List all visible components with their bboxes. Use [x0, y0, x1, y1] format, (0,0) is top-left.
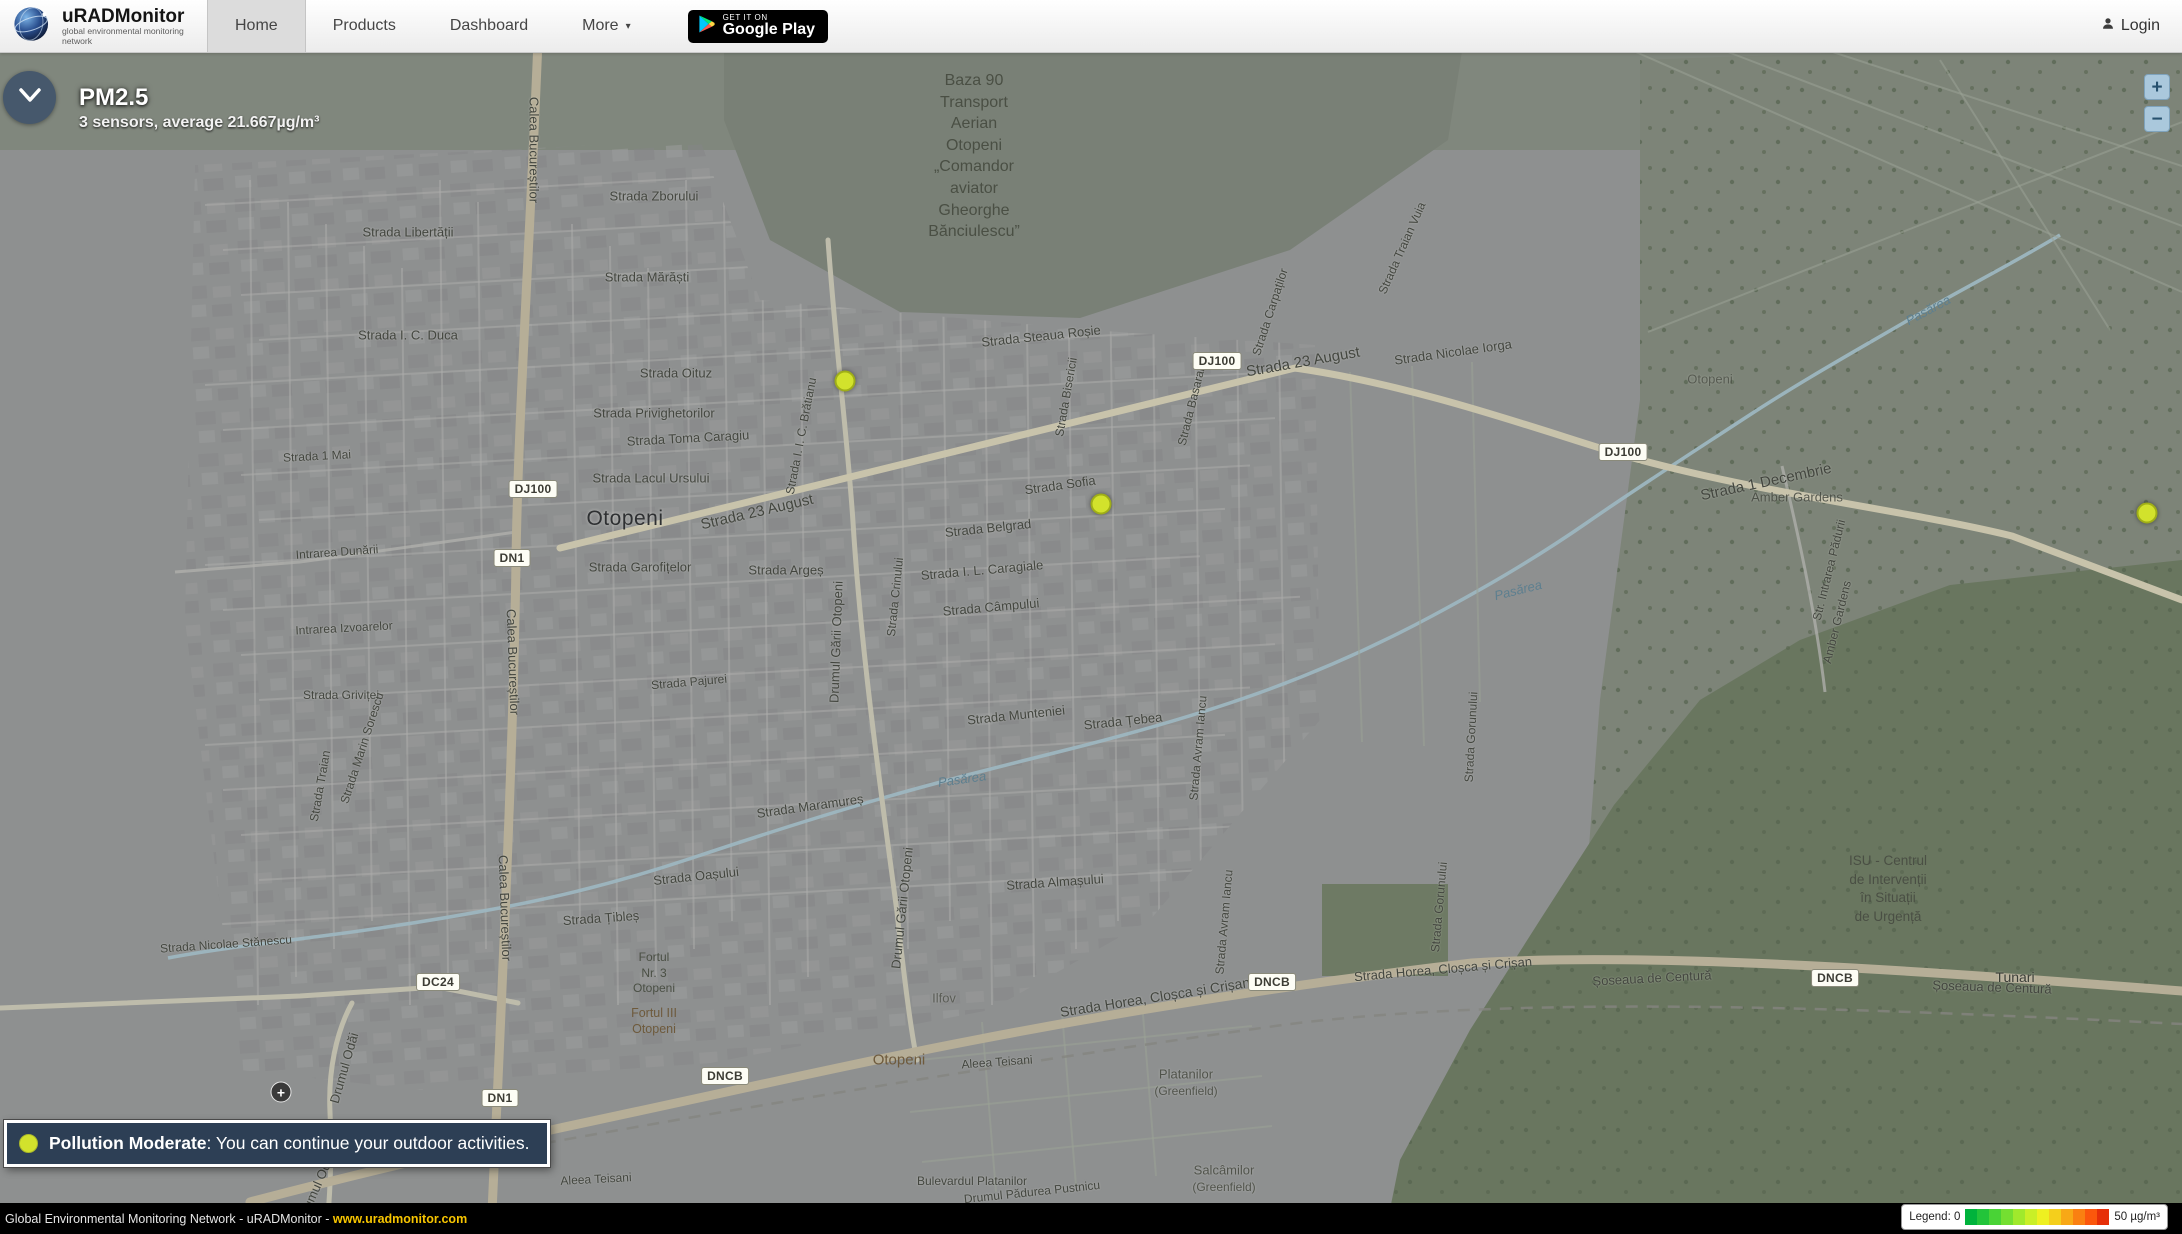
- google-play-badge[interactable]: GET IT ON Google Play: [688, 10, 828, 43]
- legend-swatch: [2097, 1209, 2109, 1225]
- brand-tagline: global environmental monitoring network: [62, 26, 195, 46]
- legend-label: Legend: 0: [1909, 1211, 1960, 1223]
- zoom-out-button[interactable]: −: [2144, 106, 2170, 132]
- pollution-status-advice: : You can continue your outdoor activiti…: [207, 1133, 530, 1153]
- footer-text: Global Environmental Monitoring Network …: [0, 1212, 467, 1226]
- map-terrain: [0, 0, 2182, 1234]
- map-canvas[interactable]: [0, 0, 2182, 1234]
- cluster-plus-marker[interactable]: +: [271, 1082, 292, 1103]
- pollution-status-level: Pollution Moderate: [49, 1133, 207, 1153]
- legend-box: Legend: 0 50 µg/m³: [1901, 1204, 2168, 1230]
- sensor-marker[interactable]: [835, 371, 856, 392]
- main-nav: Home Products Dashboard More ▾ GET IT ON…: [207, 0, 828, 52]
- navbar: uRADMonitor global environmental monitor…: [0, 0, 2182, 53]
- sensor-marker[interactable]: [2137, 503, 2158, 524]
- legend-swatch: [2073, 1209, 2085, 1225]
- legend-swatch: [2049, 1209, 2061, 1225]
- footer-prefix: Global Environmental Monitoring Network …: [5, 1212, 333, 1226]
- globe-icon: [10, 2, 56, 51]
- brand-logo[interactable]: uRADMonitor global environmental monitor…: [0, 2, 207, 51]
- footer-link[interactable]: www.uradmonitor.com: [333, 1212, 467, 1226]
- panel-collapse-button[interactable]: [3, 71, 56, 124]
- legend-max-label: 50 µg/m³: [2114, 1211, 2160, 1223]
- chevron-down-icon: ▾: [626, 21, 631, 32]
- nav-item-more[interactable]: More ▾: [555, 0, 657, 52]
- nav-item-home[interactable]: Home: [207, 0, 306, 52]
- nav-item-dashboard[interactable]: Dashboard: [423, 0, 555, 52]
- google-play-icon: [698, 14, 715, 39]
- zoom-in-button[interactable]: +: [2144, 74, 2170, 100]
- legend-swatch: [1989, 1209, 2001, 1225]
- legend-swatch: [2013, 1209, 2025, 1225]
- legend-swatch: [2085, 1209, 2097, 1225]
- pollution-status-banner: Pollution Moderate: You can continue you…: [4, 1120, 550, 1167]
- person-icon: [2101, 16, 2115, 36]
- sensor-marker[interactable]: [1091, 494, 1112, 515]
- login-label: Login: [2121, 17, 2160, 35]
- panel-title: PM2.5: [79, 84, 148, 112]
- brand-name: uRADMonitor: [62, 7, 195, 26]
- login-button[interactable]: Login: [2101, 16, 2182, 36]
- legend-swatches: [1965, 1209, 2109, 1225]
- footer-bar: Global Environmental Monitoring Network …: [0, 1203, 2182, 1234]
- zoom-controls: + −: [2144, 74, 2170, 132]
- chevron-down-icon: [17, 87, 43, 109]
- nav-more-label: More: [582, 17, 618, 35]
- legend-swatch: [2061, 1209, 2073, 1225]
- legend-swatch: [2025, 1209, 2037, 1225]
- legend-swatch: [2001, 1209, 2013, 1225]
- panel-subtitle: 3 sensors, average 21.667µg/m³: [79, 114, 319, 132]
- status-dot-icon: [19, 1134, 38, 1153]
- google-play-line2: Google Play: [723, 21, 815, 39]
- legend-swatch: [1965, 1209, 1977, 1225]
- legend-swatch: [1977, 1209, 1989, 1225]
- nav-item-products[interactable]: Products: [306, 0, 423, 52]
- pollution-status-text: Pollution Moderate: You can continue you…: [49, 1133, 530, 1154]
- legend-swatch: [2037, 1209, 2049, 1225]
